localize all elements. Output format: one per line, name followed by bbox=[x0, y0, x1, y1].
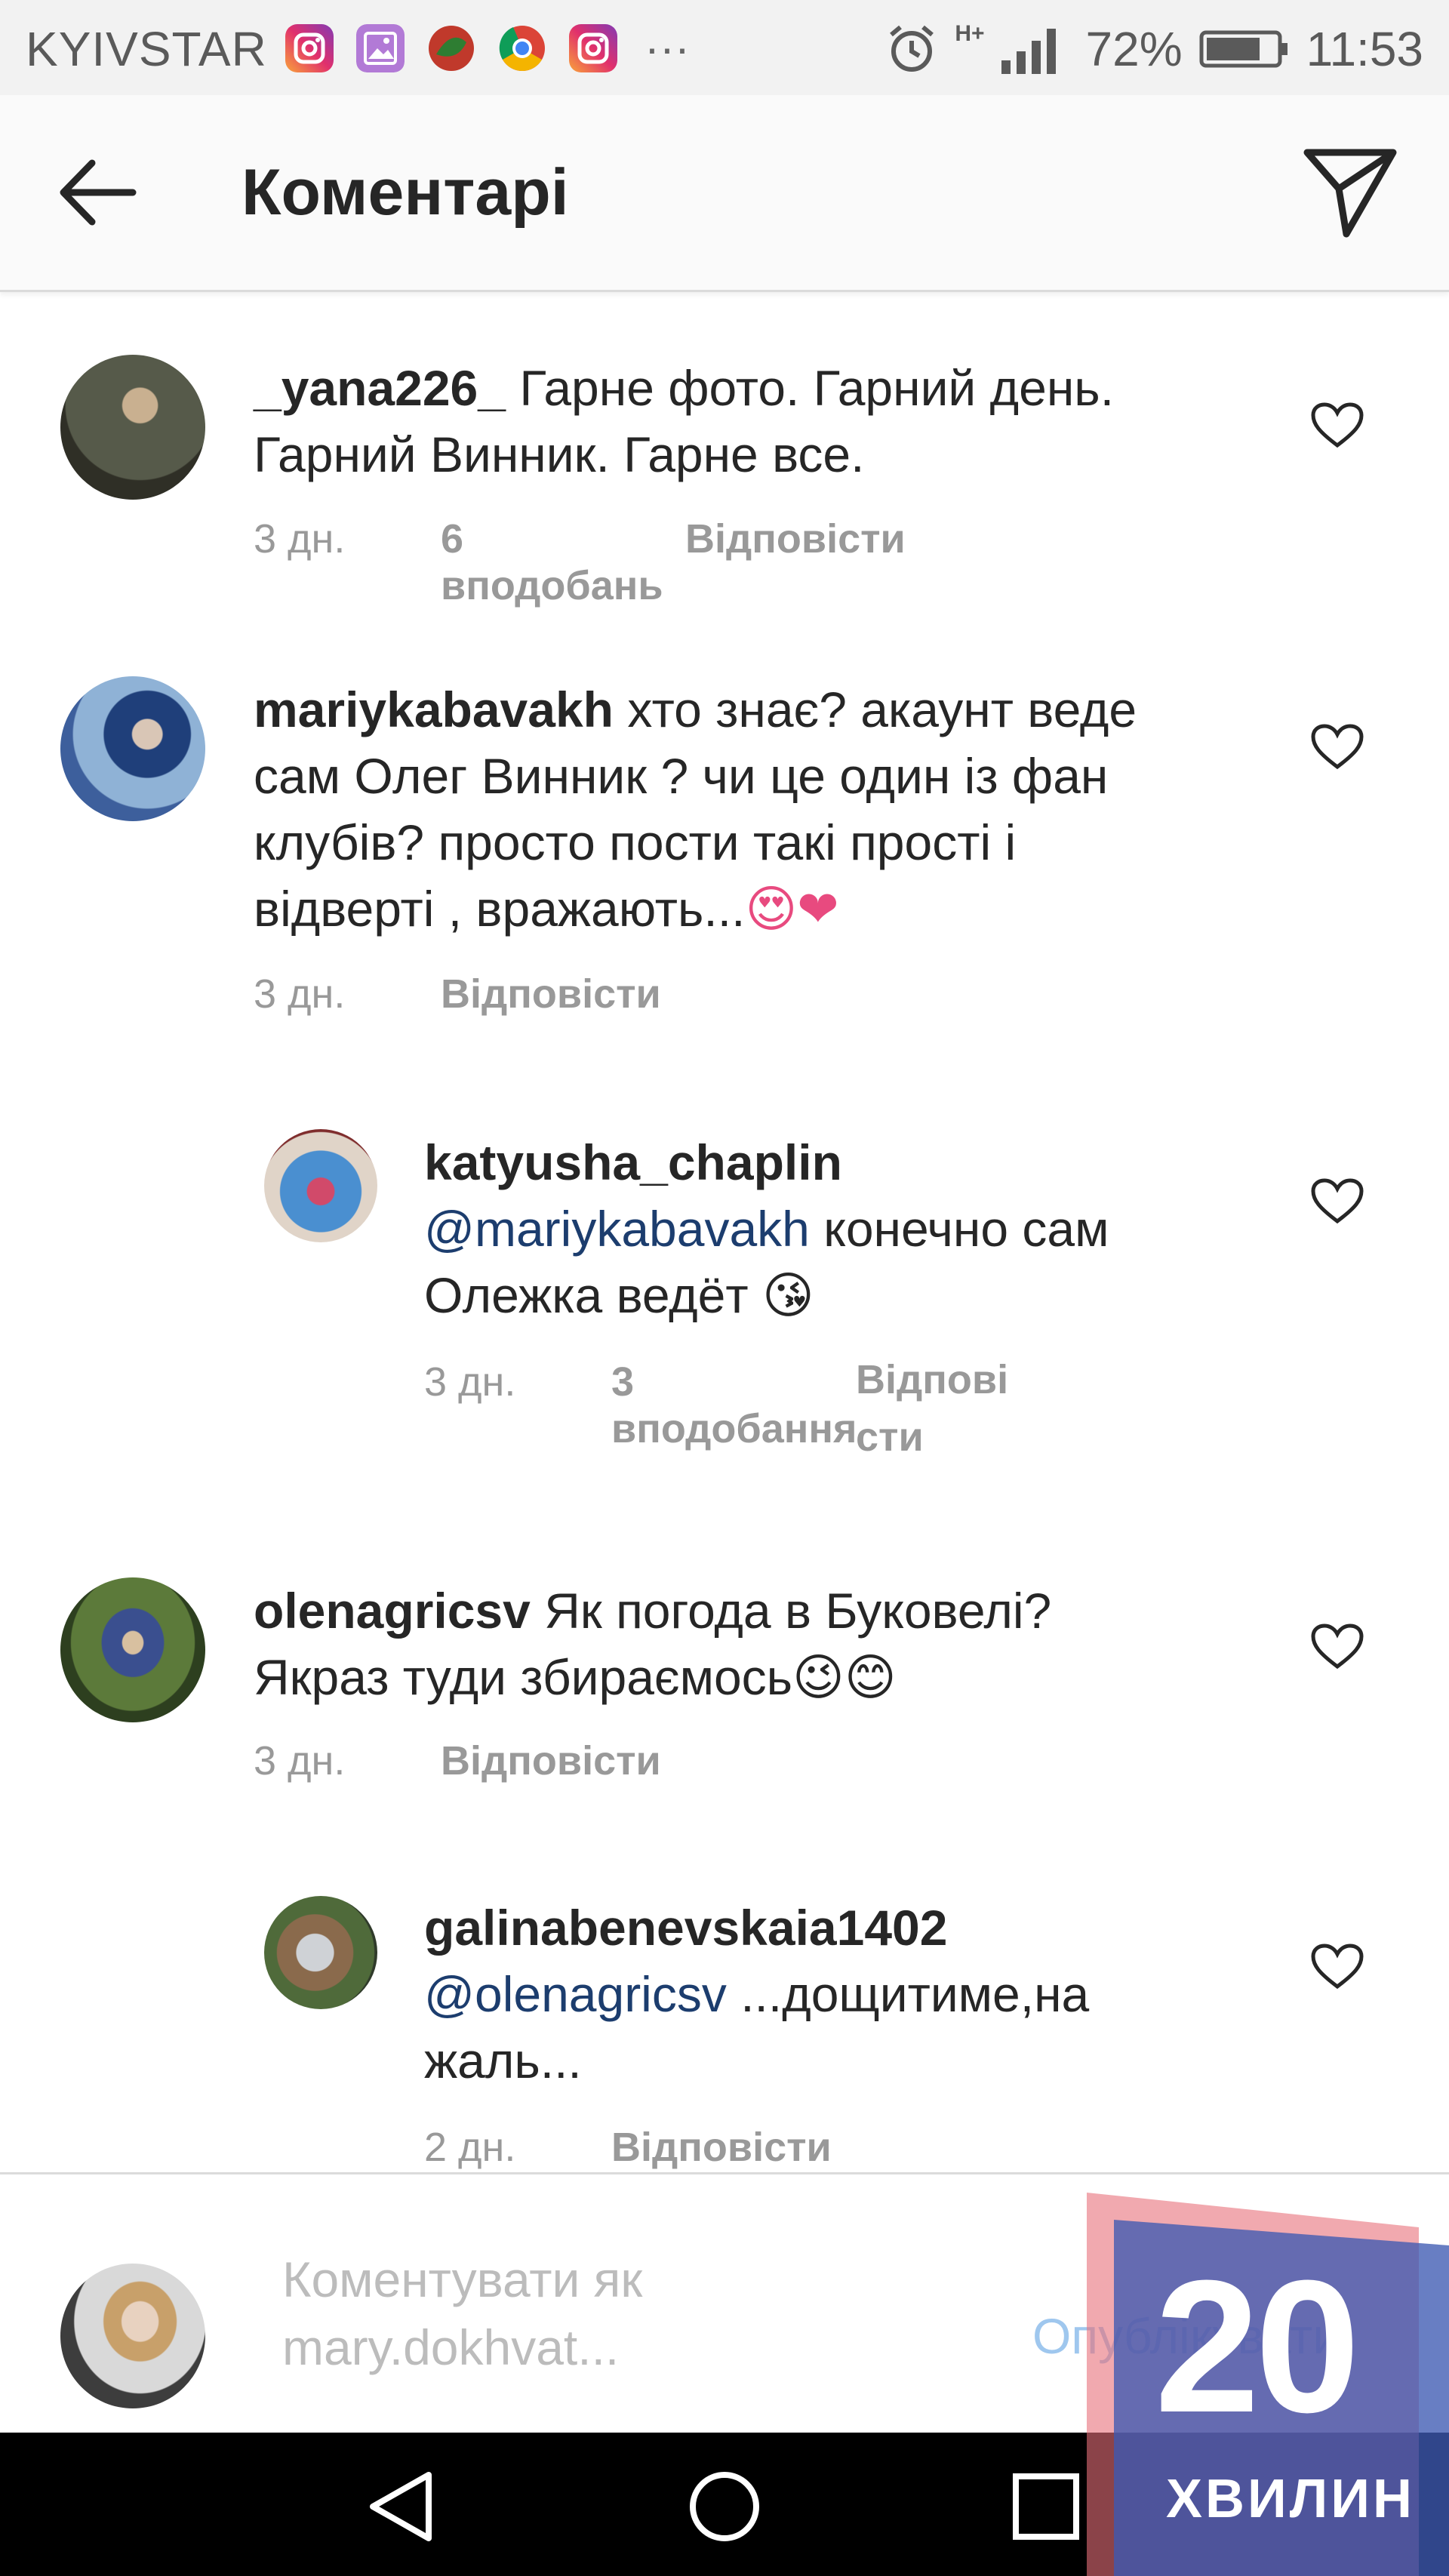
reply-button[interactable]: Відпові сти bbox=[856, 1351, 1008, 1466]
comment-emoji: 😘 bbox=[761, 1267, 814, 1323]
comment-username[interactable]: galinabenevskaia1402 bbox=[424, 1900, 947, 1956]
comment-username[interactable]: katyusha_chaplin bbox=[424, 1134, 842, 1190]
battery-percent: 72% bbox=[1085, 22, 1183, 76]
comment-input-placeholder: mary.dokhvat... bbox=[282, 2319, 620, 2375]
reply-button[interactable]: Відповісти bbox=[441, 1737, 661, 1784]
like-heart-icon[interactable] bbox=[1310, 1177, 1364, 1226]
mention-link[interactable]: @mariykabavakh bbox=[424, 1201, 810, 1257]
avatar[interactable] bbox=[60, 676, 205, 821]
arrow-back-icon[interactable] bbox=[57, 157, 139, 228]
gallery-icon bbox=[356, 24, 405, 72]
comment-body-line: відверті , вражають... bbox=[254, 881, 746, 937]
alarm-icon bbox=[890, 25, 934, 72]
like-heart-icon[interactable] bbox=[1310, 1943, 1364, 1991]
comment-likes[interactable]: 6 вподобань bbox=[441, 516, 685, 609]
comment-body-line: конечно сам bbox=[823, 1201, 1109, 1257]
mention-link[interactable]: @olenagricsv bbox=[424, 1966, 727, 2022]
comment-time: 3 дн. bbox=[254, 516, 346, 562]
comment-meta: 3 дн. 6 вподобань Відповісти bbox=[254, 516, 906, 609]
comment-text: galinabenevskaia1402 @olenagricsv ...дощ… bbox=[424, 1894, 1254, 2094]
comment-time: 2 дн. bbox=[424, 2125, 516, 2170]
carrier-name: KYIVSTAR bbox=[26, 22, 267, 76]
app-bar: Коментарі bbox=[0, 95, 1449, 292]
notification-icons: ··· bbox=[285, 24, 690, 72]
comment-time: 3 дн. bbox=[254, 971, 346, 1017]
more-notifications-icon: ··· bbox=[645, 23, 690, 73]
comment-username[interactable]: mariykabavakh bbox=[254, 682, 614, 737]
like-heart-icon[interactable] bbox=[1310, 1623, 1364, 1671]
comment-input[interactable]: Коментувати як mary.dokhvat... bbox=[282, 2245, 642, 2381]
comment-emoji: 😍❤ bbox=[745, 881, 839, 937]
signal-icon bbox=[1001, 29, 1056, 74]
comment-time: 3 дн. bbox=[254, 1738, 346, 1784]
reply-button[interactable]: Відповісти bbox=[685, 516, 906, 609]
instagram-icon bbox=[285, 24, 334, 72]
comment-text: mariykabavakh хто знає? акаунт веде сам … bbox=[254, 676, 1265, 942]
comment-text: olenagricsv Як погода в Буковелі? Якраз … bbox=[254, 1577, 1235, 1710]
comment-body-line: Гарне фото. Гарний день. bbox=[519, 360, 1115, 416]
instagram-icon bbox=[569, 24, 617, 72]
reply-button[interactable]: Відповісти bbox=[611, 2124, 832, 2171]
reply-button-line: сти bbox=[856, 1414, 924, 1460]
comment-meta: 3 дн. 3 вподобання Відпові сти bbox=[424, 1357, 1008, 1466]
avatar[interactable] bbox=[60, 1577, 205, 1722]
clock: 11:53 bbox=[1306, 22, 1423, 76]
comment-body-line: Якраз туди збираємось bbox=[254, 1649, 793, 1705]
watermark-word: ХВИЛИН bbox=[1166, 2469, 1416, 2529]
comment-text: _yana226_ Гарне фото. Гарний день. Гарни… bbox=[254, 355, 1235, 488]
comment-time: 3 дн. bbox=[424, 1359, 516, 1405]
comment-username[interactable]: olenagricsv bbox=[254, 1583, 531, 1639]
comment-emoji: 😉😊 bbox=[792, 1649, 897, 1705]
reply-button-line: Відпові bbox=[856, 1357, 1009, 1402]
status-right: H+ 72% 11:53 bbox=[885, 21, 1423, 77]
comment-meta: 3 дн. Відповісти bbox=[254, 971, 661, 1017]
avatar[interactable] bbox=[264, 1129, 377, 1242]
battery-icon bbox=[1199, 30, 1287, 68]
user-avatar bbox=[60, 2264, 205, 2408]
reply-button[interactable]: Відповісти bbox=[441, 971, 661, 1017]
comment-likes[interactable]: 3 вподобання bbox=[611, 1359, 857, 1466]
comment-meta: 2 дн. Відповісти bbox=[424, 2124, 832, 2171]
comment-body-line: жаль... bbox=[424, 2033, 582, 2088]
nav-home-icon[interactable] bbox=[687, 2469, 762, 2544]
avatar[interactable] bbox=[60, 355, 205, 500]
comment-meta: 3 дн. Відповісти bbox=[254, 1737, 661, 1784]
avatar[interactable] bbox=[264, 1896, 377, 2009]
comment-body-line: сам Олег Винник ? чи це один із фан bbox=[254, 748, 1109, 804]
send-icon[interactable] bbox=[1301, 146, 1399, 240]
comment-text: katyusha_chaplin @mariykabavakh конечно … bbox=[424, 1129, 1254, 1328]
comment-body-line: ...дощитиме,на bbox=[740, 1966, 1090, 2022]
comment-body-line: Гарний Винник. Гарне все. bbox=[254, 426, 865, 482]
app-icon bbox=[429, 26, 474, 71]
comment-body-line: Олежка ведёт bbox=[424, 1267, 749, 1323]
nav-recents-icon[interactable] bbox=[1011, 2472, 1081, 2541]
comment-body-line: хто знає? акаунт веде bbox=[627, 682, 1137, 737]
comment-input-placeholder: Коментувати як bbox=[282, 2251, 643, 2307]
comment-body-line: Як погода в Буковелі? bbox=[544, 1583, 1052, 1639]
page-title: Коментарі bbox=[242, 156, 569, 229]
comment-body-line: клубів? просто пости такі прості і bbox=[254, 814, 1017, 870]
watermark-number: 20 bbox=[1155, 2241, 1360, 2451]
chrome-icon bbox=[499, 26, 545, 72]
comment-username[interactable]: _yana226_ bbox=[254, 360, 506, 416]
network-type: H+ bbox=[955, 21, 985, 46]
like-heart-icon[interactable] bbox=[1310, 723, 1364, 771]
status-bar: KYIVSTAR ··· H+ 72% 11:53 bbox=[0, 0, 1449, 95]
nav-back-icon[interactable] bbox=[365, 2469, 438, 2544]
like-heart-icon[interactable] bbox=[1310, 402, 1364, 450]
